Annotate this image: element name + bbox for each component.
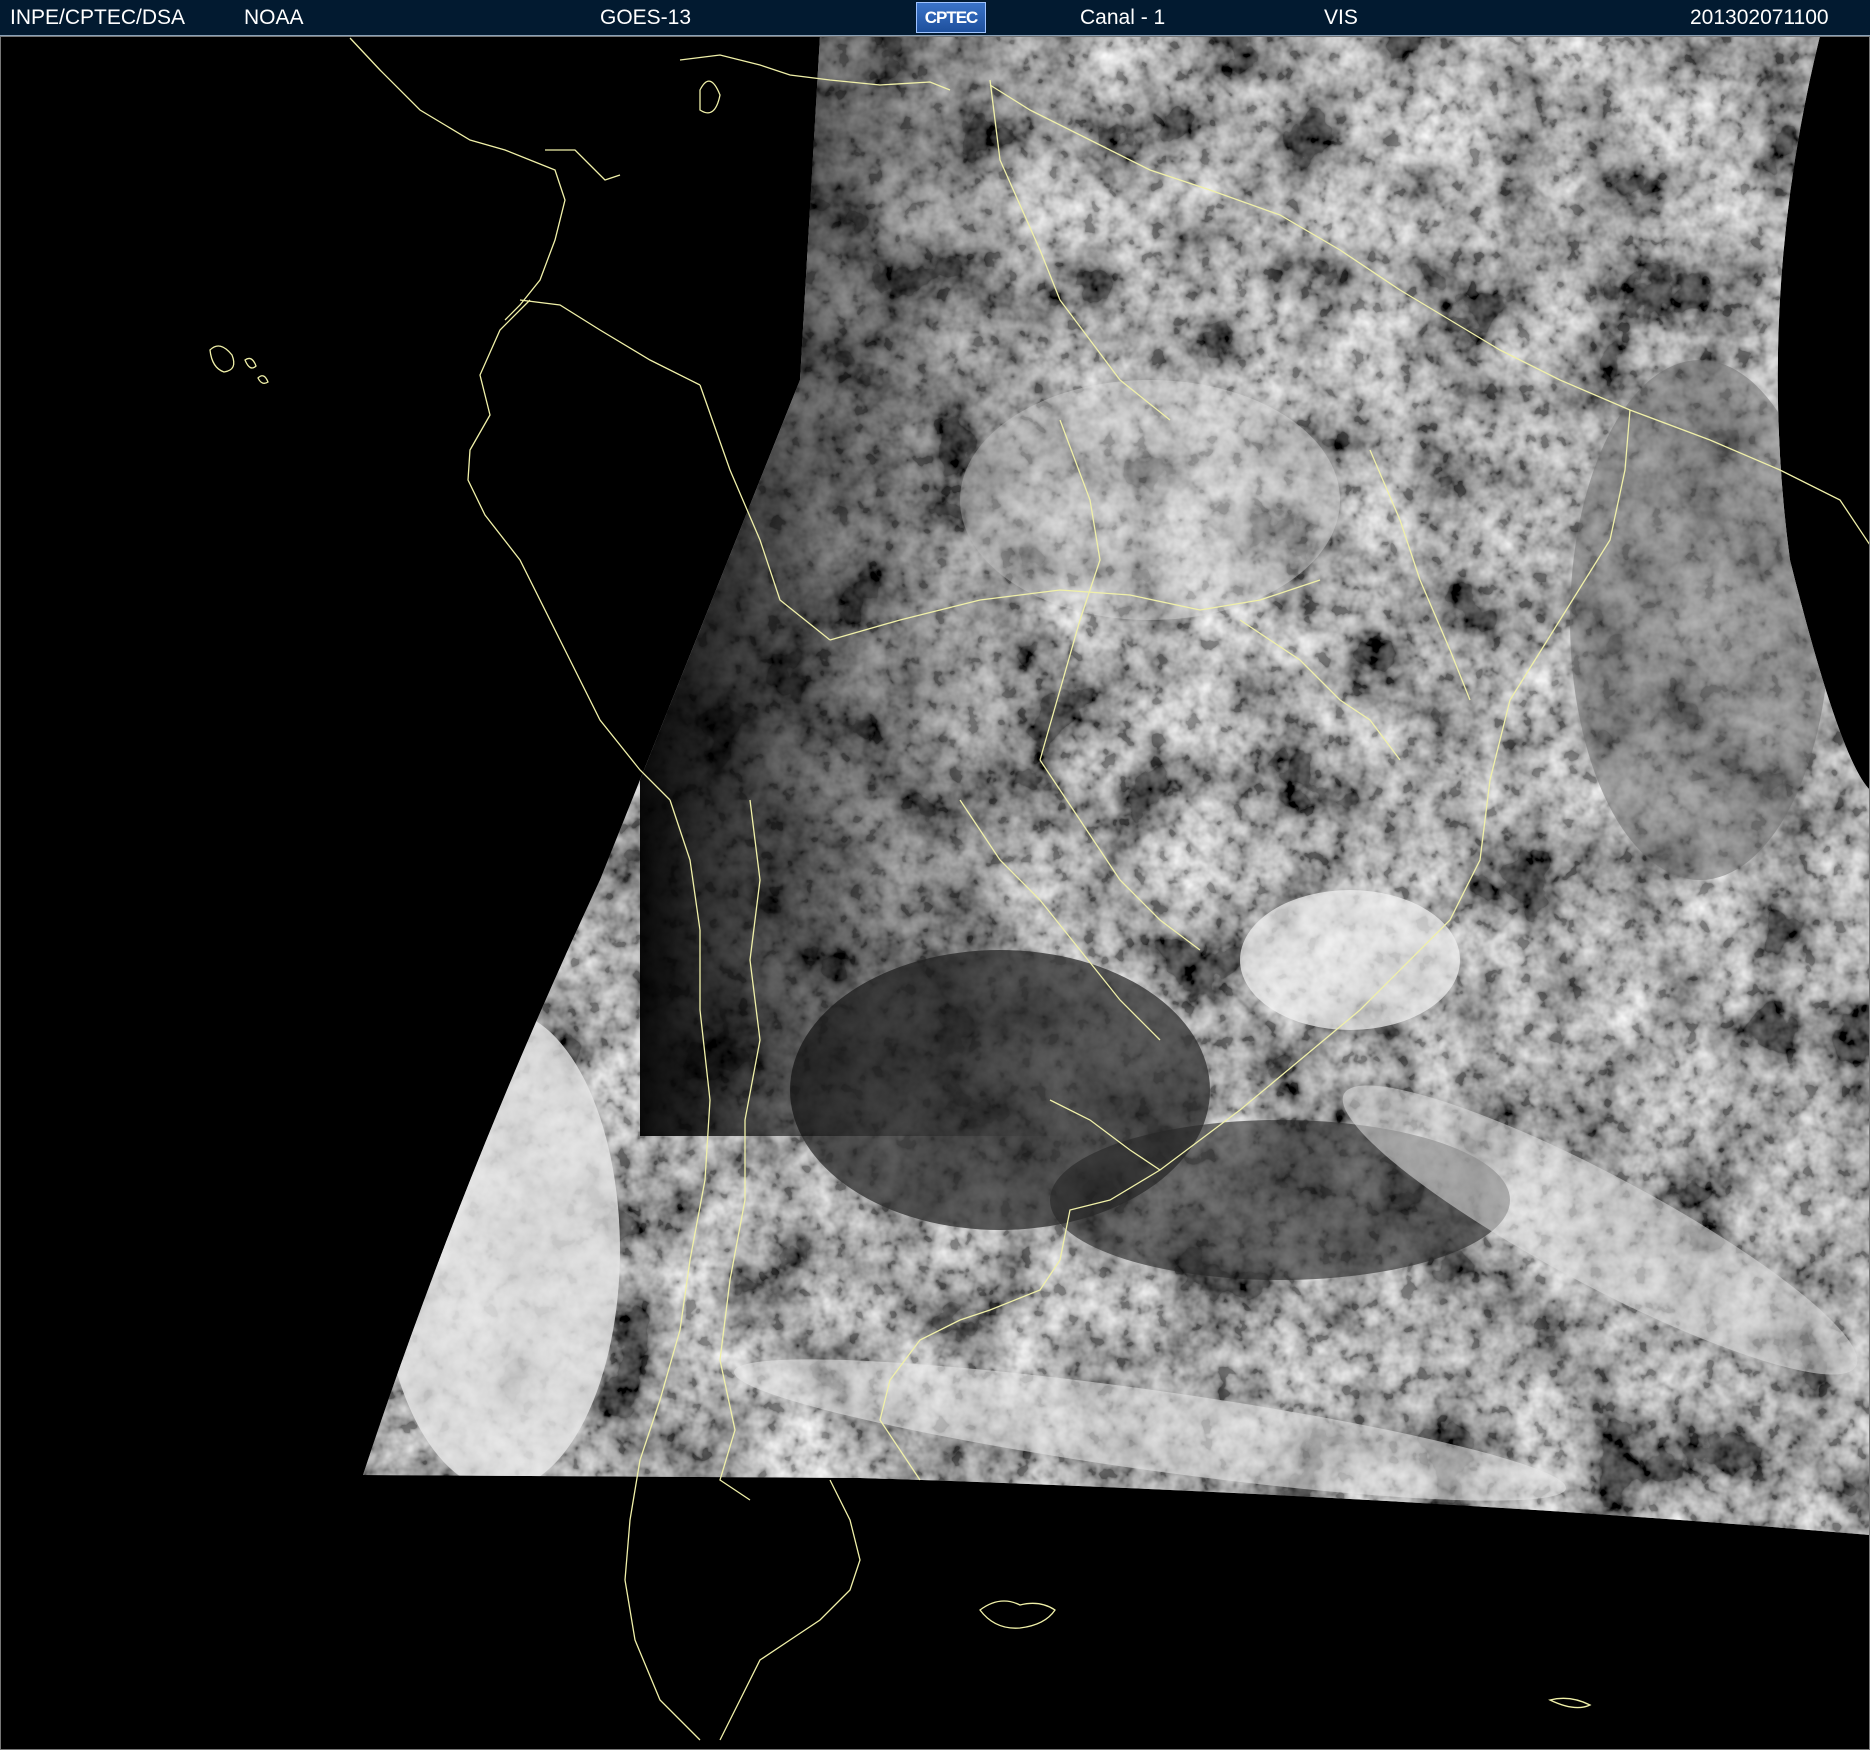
satellite-image [0, 36, 1870, 1750]
agency-label: NOAA [244, 6, 304, 29]
channel-label: Canal - 1 [1080, 6, 1166, 29]
header-bar: INPE/CPTEC/DSA NOAA GOES-13 CPTEC Canal … [0, 0, 1870, 36]
band-label: VIS [1324, 6, 1358, 29]
org-label: INPE/CPTEC/DSA [10, 6, 186, 29]
timestamp-label: 201302071100 [1690, 6, 1829, 29]
cptec-logo: CPTEC [916, 2, 986, 33]
satellite-label: GOES-13 [600, 6, 692, 29]
